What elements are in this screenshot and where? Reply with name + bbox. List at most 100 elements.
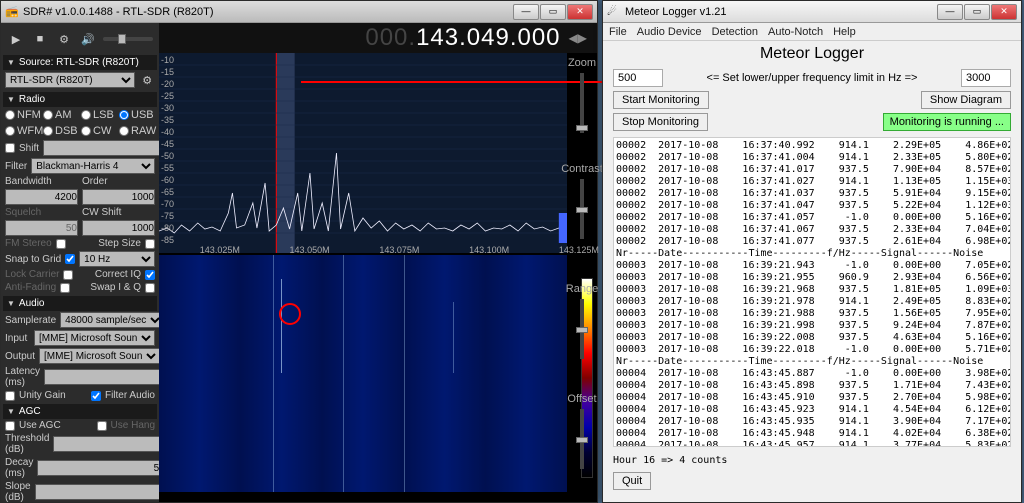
minimize-button[interactable]: —	[513, 4, 539, 20]
source-config-button[interactable]: ⚙	[139, 71, 155, 89]
frequency-display[interactable]: 000. 143.049.000 ◀▶	[159, 23, 597, 53]
freq-step-arrows[interactable]: ◀▶	[569, 31, 587, 45]
freq-tick: 143.075M	[379, 245, 419, 255]
source-section-header[interactable]: Source: RTL-SDR (R820T)	[3, 55, 157, 70]
hour-counts: Hour 16 => 4 counts	[603, 451, 1021, 470]
db-tick: -80	[161, 223, 174, 233]
db-tick: -65	[161, 187, 174, 197]
db-tick: -30	[161, 103, 174, 113]
lock-checkbox	[63, 270, 73, 280]
latency-input[interactable]	[44, 369, 159, 385]
range-slider[interactable]: Range	[569, 283, 595, 363]
meteor-highlight-circle	[279, 303, 301, 325]
freq-tick: 143.050M	[290, 245, 330, 255]
detection-log[interactable]: 00002 2017-10-08 16:37:40.992 914.1 2.29…	[613, 137, 1011, 447]
sdr-title: SDR# v1.0.0.1488 - RTL-SDR (R820T)	[23, 6, 513, 18]
db-tick: -15	[161, 67, 174, 77]
audio-input-select[interactable]: [MME] Microsoft Soun	[34, 330, 155, 346]
spectrum-plot[interactable]: 143.025M143.050M143.075M143.100M143.125M…	[159, 53, 567, 253]
slope-input[interactable]	[35, 484, 159, 500]
sdrsharp-window: 📻 SDR# v1.0.0.1488 - RTL-SDR (R820T) — ▭…	[0, 0, 598, 503]
db-tick: -50	[161, 151, 174, 161]
menu-detection[interactable]: Detection	[712, 23, 758, 40]
start-monitoring-button[interactable]: Start Monitoring	[613, 91, 709, 109]
mode-raw[interactable]: RAW	[119, 125, 155, 137]
shift-input[interactable]	[43, 140, 159, 156]
db-tick: -85	[161, 235, 174, 245]
contrast-slider[interactable]: Contrast	[569, 163, 595, 243]
snap-checkbox[interactable]	[65, 254, 75, 264]
db-tick: -60	[161, 175, 174, 185]
quit-button[interactable]: Quit	[613, 472, 651, 490]
bandwidth-input[interactable]	[5, 189, 78, 205]
usehang-checkbox	[97, 421, 107, 431]
close-button[interactable]: ✕	[567, 4, 593, 20]
audio-output-select[interactable]: [MME] Microsoft Soun	[39, 348, 159, 364]
meteor-maximize-button[interactable]: ▭	[964, 4, 990, 20]
correctiq-checkbox[interactable]	[145, 270, 155, 280]
source-device-select[interactable]: RTL-SDR (R820T)	[5, 72, 135, 88]
menu-auto-notch[interactable]: Auto-Notch	[768, 23, 823, 40]
upper-freq-input[interactable]	[961, 69, 1011, 87]
db-tick: -40	[161, 127, 174, 137]
menu-audio-device[interactable]: Audio Device	[637, 23, 702, 40]
db-tick: -35	[161, 115, 174, 125]
mode-cw[interactable]: CW	[81, 125, 117, 137]
volume-slider[interactable]	[103, 37, 153, 41]
stop-button[interactable]: ■	[31, 30, 49, 48]
maximize-button[interactable]: ▭	[540, 4, 566, 20]
fmstereo-checkbox	[56, 239, 66, 249]
meteor-close-button[interactable]: ✕	[991, 4, 1017, 20]
db-tick: -25	[161, 91, 174, 101]
mode-nfm[interactable]: NFM	[5, 109, 41, 121]
squelch-input	[5, 220, 78, 236]
stepsize-checkbox[interactable]	[145, 239, 155, 249]
mode-am[interactable]: AM	[43, 109, 79, 121]
meteor-logger-window: ☄ Meteor Logger v1.21 — ▭ ✕ File Audio D…	[602, 0, 1022, 503]
sdr-titlebar[interactable]: 📻 SDR# v1.0.0.1488 - RTL-SDR (R820T) — ▭…	[1, 1, 597, 23]
mode-dsb[interactable]: DSB	[43, 125, 79, 137]
mode-lsb[interactable]: LSB	[81, 109, 117, 121]
shift-checkbox[interactable]	[5, 143, 15, 153]
db-tick: -70	[161, 199, 174, 209]
threshold-input[interactable]	[53, 436, 159, 452]
freq-range-label: <= Set lower/upper frequency limit in Hz…	[671, 72, 953, 84]
useagc-checkbox[interactable]	[5, 421, 15, 431]
freq-tick: 143.025M	[200, 245, 240, 255]
order-input[interactable]	[82, 189, 155, 205]
meteor-titlebar[interactable]: ☄ Meteor Logger v1.21 — ▭ ✕	[603, 1, 1021, 23]
show-diagram-button[interactable]: Show Diagram	[921, 91, 1011, 109]
filter-select[interactable]: Blackman-Harris 4	[31, 158, 155, 174]
mode-group-1: NFM AM LSB USB	[3, 107, 157, 123]
meteor-menubar: File Audio Device Detection Auto-Notch H…	[603, 23, 1021, 41]
audio-section-header[interactable]: Audio	[3, 296, 157, 311]
filteraudio-checkbox[interactable]	[91, 391, 101, 401]
agc-section-header[interactable]: AGC	[3, 404, 157, 419]
cwshift-input[interactable]	[82, 220, 155, 236]
offset-slider[interactable]: Offset	[569, 393, 595, 473]
waterfall-plot[interactable]	[159, 255, 567, 492]
stop-monitoring-button[interactable]: Stop Monitoring	[613, 113, 708, 131]
swapiq-checkbox[interactable]	[145, 283, 155, 293]
lower-freq-input[interactable]	[613, 69, 663, 87]
radio-section-header[interactable]: Radio	[3, 92, 157, 107]
mode-group-2: WFM DSB CW RAW	[3, 123, 157, 139]
meteor-app-title: Meteor Logger	[603, 41, 1021, 67]
settings-button[interactable]: ⚙	[55, 30, 73, 48]
meteor-minimize-button[interactable]: —	[937, 4, 963, 20]
freq-tick: 143.100M	[469, 245, 509, 255]
mode-wfm[interactable]: WFM	[5, 125, 41, 137]
volume-icon: 🔊	[79, 30, 97, 48]
decay-input[interactable]	[37, 460, 159, 476]
samplerate-select[interactable]: 48000 sample/sec	[60, 312, 159, 328]
db-tick: -20	[161, 79, 174, 89]
play-button[interactable]: ▶	[7, 30, 25, 48]
menu-file[interactable]: File	[609, 23, 627, 40]
snap-select[interactable]: 10 Hz	[79, 251, 155, 267]
zoom-slider[interactable]: Zoom	[569, 57, 595, 137]
monitoring-status: Monitoring is running ...	[883, 113, 1011, 131]
unity-checkbox[interactable]	[5, 391, 15, 401]
antifading-checkbox	[60, 283, 70, 293]
menu-help[interactable]: Help	[833, 23, 856, 40]
mode-usb[interactable]: USB	[119, 109, 155, 121]
